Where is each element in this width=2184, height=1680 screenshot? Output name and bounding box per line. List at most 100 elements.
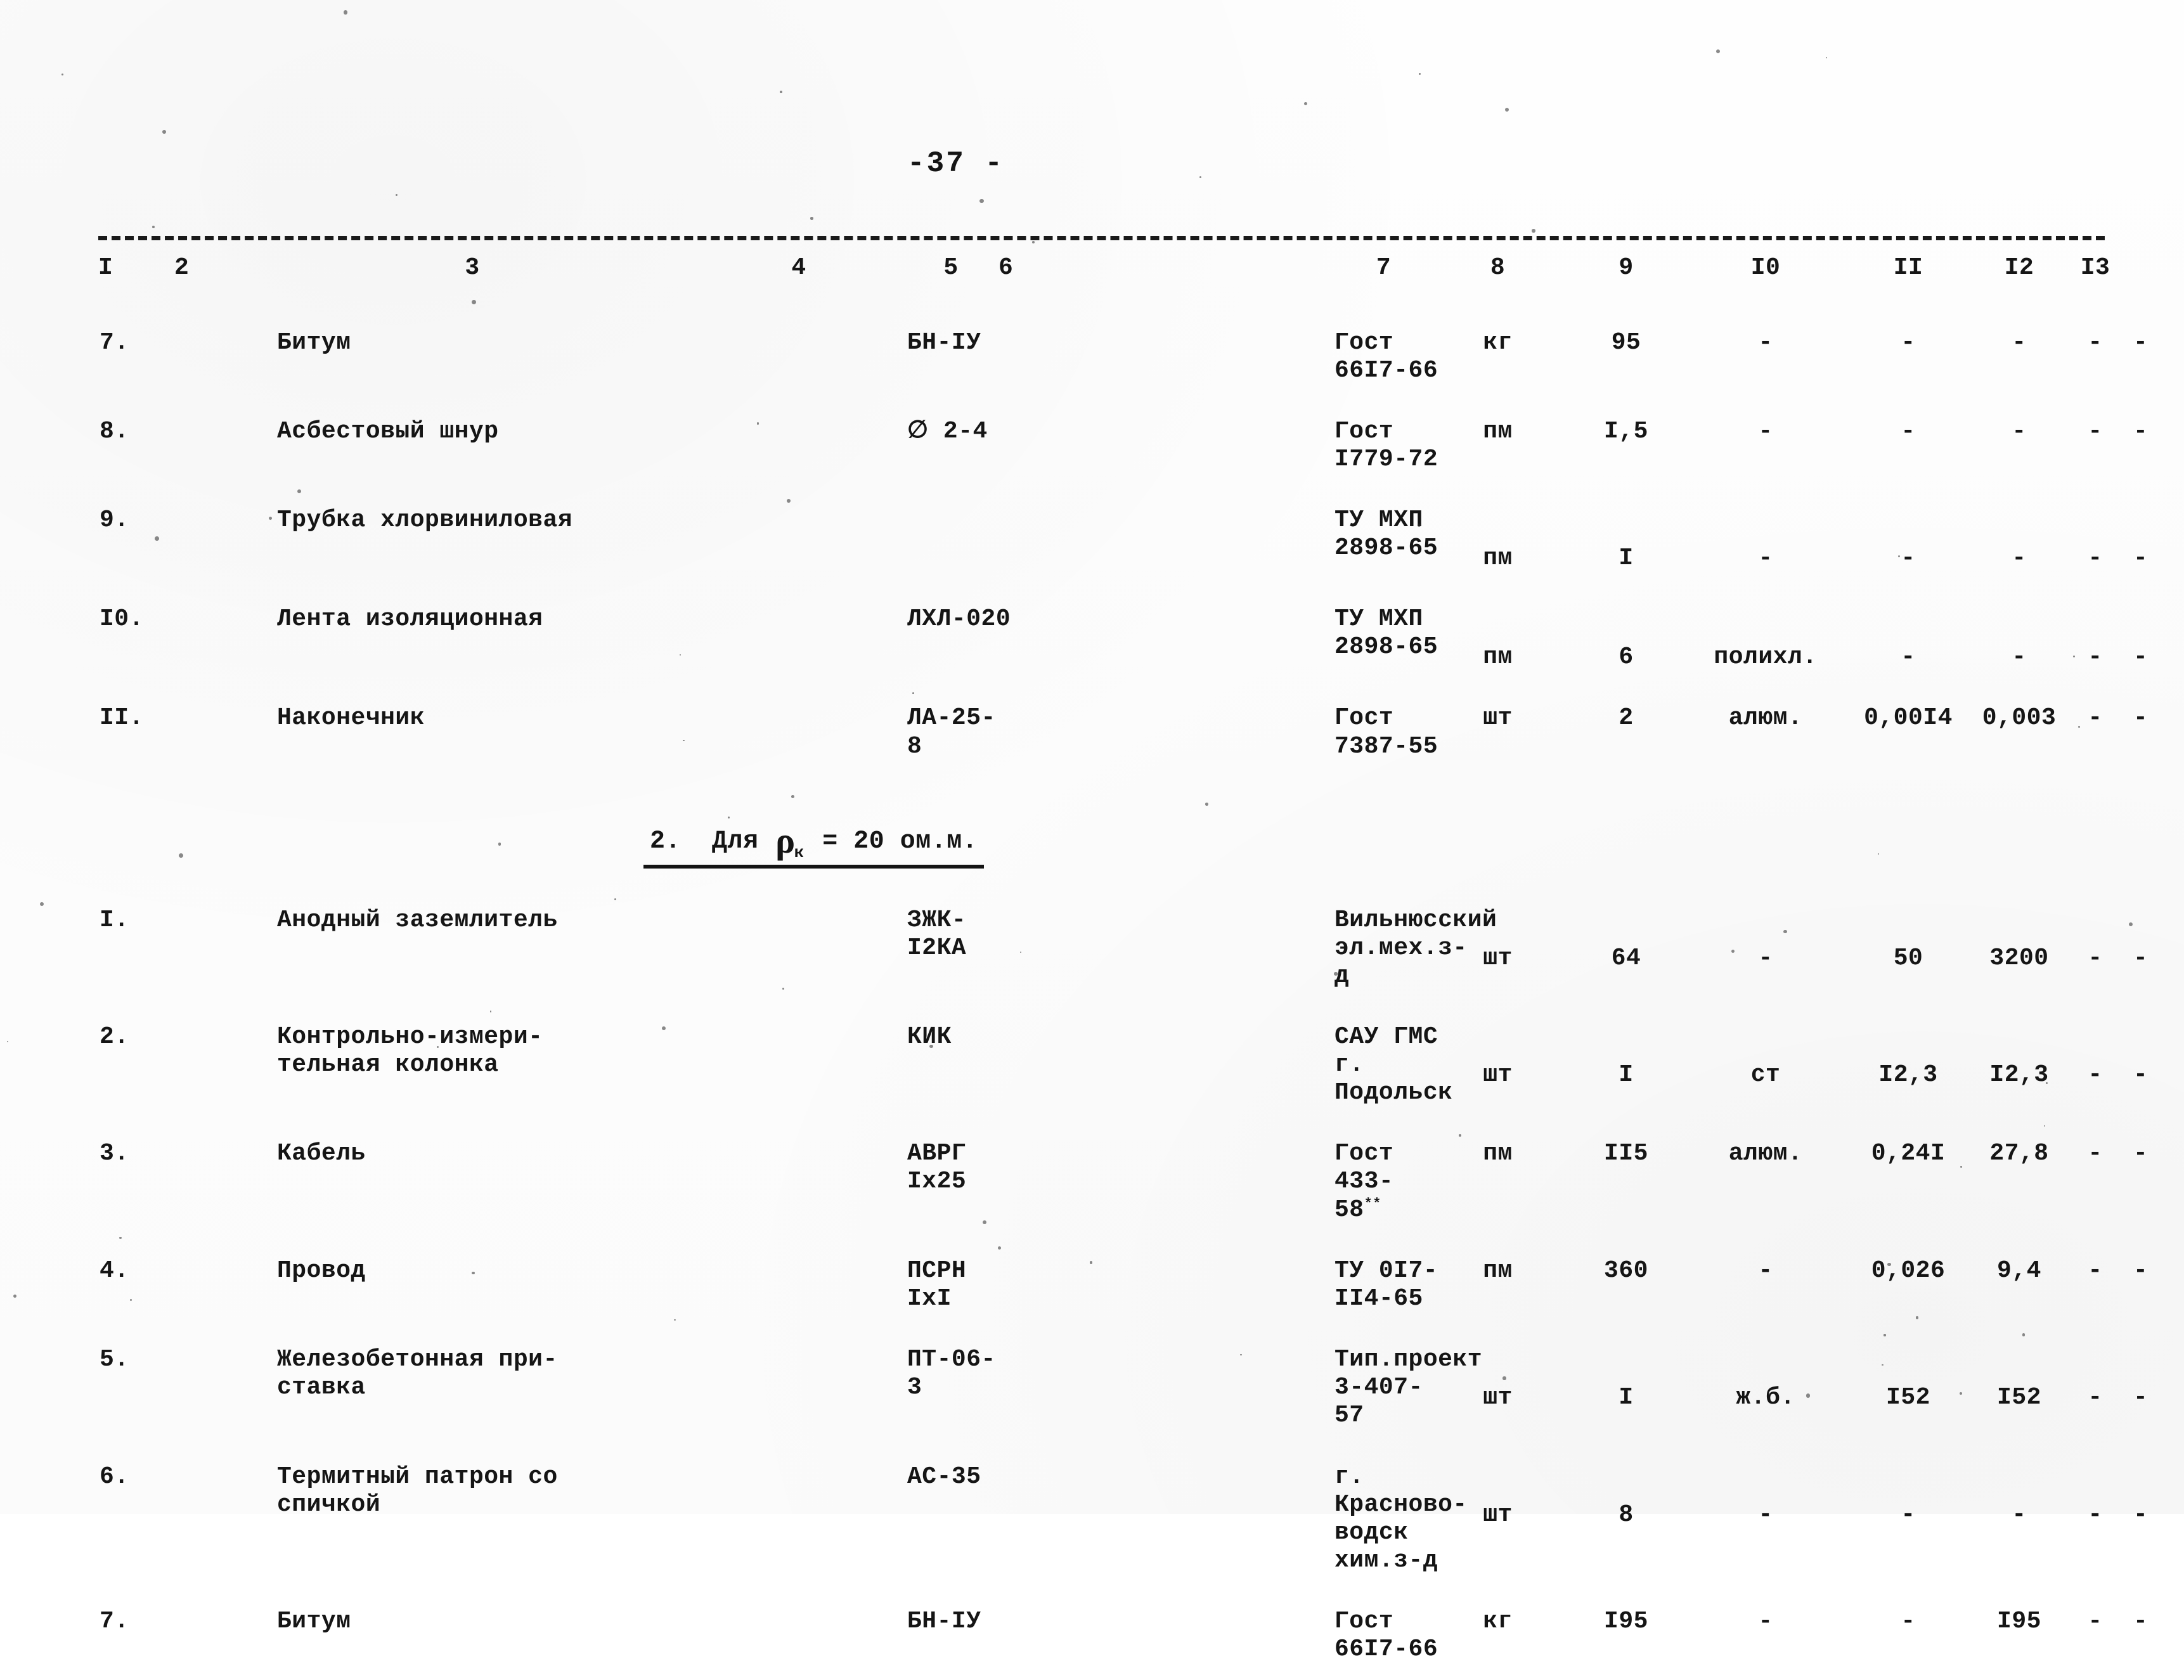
mark-spacer (998, 313, 1328, 401)
material-name: Битум (250, 1591, 903, 1680)
material-name: Кабель (250, 1123, 903, 1241)
page-number: -37 - (907, 147, 1005, 180)
quantity: I (1619, 1384, 1634, 1412)
standard-line2: 2898-65 (1334, 633, 1438, 661)
material-name: Трубка хлорвиниловая (250, 490, 903, 589)
material-standard: ТУ МХП 2898-65 (1328, 490, 1439, 589)
weight-total: 0,003 (1982, 704, 2057, 732)
row-number: 7. (100, 1607, 129, 1635)
scan-speck (1303, 101, 1307, 105)
scan-speck (1877, 853, 1879, 855)
scan-speck (1032, 240, 1035, 243)
row-spacer (174, 313, 250, 401)
standard-line2: водск хим.з-д (1334, 1518, 1438, 1574)
material-name-line2: спичкой (277, 1490, 381, 1518)
weight-per-unit: - (1901, 545, 1916, 572)
quantity: 95 (1611, 329, 1641, 356)
material-type: - (1758, 329, 1773, 356)
material-name: Контрольно-измери-тельная колонка (250, 1007, 903, 1123)
mark-spacer (998, 1447, 1328, 1591)
row-spacer (174, 890, 250, 1007)
material-name: Битум (250, 313, 903, 401)
scan-speck (912, 692, 914, 694)
weight-total: - (2012, 329, 2027, 356)
table-row: II. Наконечник ЛА-25-8 Гост 7387-55 шт 2 алюм.… (98, 688, 2148, 777)
weight-total: 9,4 (1997, 1257, 2041, 1285)
scan-speck (1716, 49, 1721, 54)
rho-symbol: ρ (775, 819, 796, 861)
material-name-line1: Контрольно-измери- (277, 1023, 543, 1051)
standard-line1: ТУ 0I7-II4-65 (1334, 1257, 1438, 1313)
weight-per-unit: 0,00I4 (1864, 704, 1953, 732)
col-header-6: 6 (998, 254, 1014, 281)
row-spacer (174, 1447, 250, 1591)
section-text-after: = 20 ом.м. (822, 827, 978, 856)
quantity: 64 (1611, 944, 1641, 972)
material-mark (903, 490, 998, 589)
material-type: - (1758, 1501, 1773, 1528)
unit-of-measure: пм (1483, 1257, 1513, 1285)
material-mark: ∅ 2-4 (907, 418, 988, 446)
row-number: II. (100, 704, 144, 732)
scan-speck (343, 10, 348, 15)
scan-speck (673, 1319, 676, 1321)
scan-speck (1897, 555, 1900, 557)
scan-speck (780, 91, 782, 93)
weight-per-unit: 50 (1893, 944, 1923, 972)
scan-speck (2128, 922, 2133, 926)
column-number-row: I 2 3 4 5 6 7 8 9 I0 II I2 I3 (98, 240, 2133, 313)
material-type: - (1758, 944, 1773, 972)
scan-speck (1887, 1262, 1891, 1267)
material-standard: Вильнюсский эл.мех.з-д (1328, 890, 1497, 1007)
material-standard: ТУ 0I7-II4-65 (1328, 1241, 1439, 1329)
scan-speck (1459, 1134, 1462, 1137)
row-spacer (174, 688, 250, 777)
scan-speck (614, 898, 616, 900)
weight-per-unit: 0,026 (1871, 1257, 1946, 1285)
material-name-line1: Наконечник (277, 704, 425, 732)
document-page: -37 - I 2 3 4 5 6 7 8 9 I0 II I2 I3 7. Б… (0, 0, 2184, 1663)
row-number: 3. (100, 1140, 129, 1168)
col-header-12: I2 (2004, 254, 2034, 281)
scan-speck (1089, 1261, 1093, 1264)
standard-line2: эл.мех.з-д (1334, 934, 1468, 990)
materials-table-container: I 2 3 4 5 6 7 8 9 I0 II I2 I3 7. Битум БН-… (98, 236, 2148, 1680)
standard-line1: Гост 7387-55 (1334, 704, 1438, 760)
col-header-8: 8 (1490, 254, 1506, 281)
column-12-value: - (2088, 1501, 2103, 1528)
mark-spacer (998, 490, 1328, 589)
unit-of-measure: пм (1483, 418, 1513, 446)
scan-speck (152, 226, 155, 229)
standard-line1: Вильнюсский (1334, 906, 1497, 934)
row-spacer (174, 589, 250, 688)
weight-total: I2,3 (1989, 1061, 2049, 1089)
material-type: алюм. (1728, 704, 1803, 732)
standard-line2: 3-407-57 (1334, 1374, 1423, 1430)
scan-speck (498, 843, 501, 846)
mark-spacer (998, 1123, 1328, 1241)
column-12-value: - (2088, 944, 2103, 972)
material-name-line1: Термитный патрон со (277, 1463, 558, 1490)
scan-speck (119, 1236, 122, 1239)
weight-per-unit: - (1901, 329, 1916, 356)
table-row: 7. Битум БН-IУ Гост 66I7-66 кг 95- - - - - (98, 313, 2148, 401)
scan-speck (1899, 962, 1903, 966)
row-number: 6. (100, 1463, 129, 1490)
material-name: Асбестовый шнур (250, 401, 903, 490)
table-row: 3. Кабель АВРГ Iх25 Гост 433-58** пм II5 алюм.… (98, 1123, 2148, 1241)
standard-line1: Тип.проект (1334, 1346, 1483, 1374)
mark-spacer (998, 1591, 1328, 1680)
standard-line1: ТУ МХП (1334, 507, 1423, 534)
material-standard: САУ ГМС г. Подольск (1328, 1007, 1452, 1123)
standard-line1: Гост 66I7-66 (1334, 1607, 1438, 1663)
material-mark: ПСРН IхI (907, 1257, 967, 1313)
scan-speck (1884, 1334, 1886, 1336)
col-header-10: I0 (1750, 254, 1781, 281)
weight-total: I52 (1997, 1384, 2041, 1412)
weight-per-unit: - (1901, 1501, 1916, 1528)
column-12-value: - (2088, 1607, 2103, 1635)
table-header: I 2 3 4 5 6 7 8 9 I0 II I2 I3 (98, 240, 2133, 313)
material-name: Термитный патрон со спичкой (250, 1447, 903, 1591)
weight-total: - (2012, 545, 2027, 572)
material-type: алюм. (1728, 1140, 1803, 1168)
